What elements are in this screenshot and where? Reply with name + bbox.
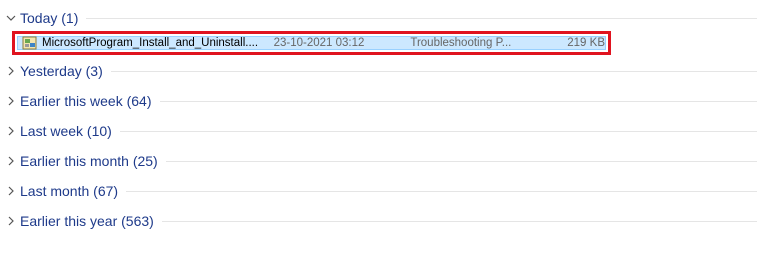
file-size: 219 KB <box>567 37 605 49</box>
chevron-right-icon[interactable] <box>4 184 18 198</box>
group-header-last-month[interactable]: Last month (67) <box>0 180 757 202</box>
group-label: Today (1) <box>20 10 79 26</box>
group-label: Yesterday (3) <box>20 63 103 79</box>
group-header-earlier-this-year[interactable]: Earlier this year (563) <box>0 210 757 232</box>
group-divider <box>161 220 757 222</box>
group-header-today[interactable]: Today (1) <box>0 7 757 29</box>
group-label: Last month (67) <box>20 183 119 199</box>
group-divider <box>110 70 757 72</box>
file-type: Troubleshooting P... <box>410 37 512 49</box>
file-row-highlight[interactable]: MicrosoftProgram_Install_and_Uninstall..… <box>12 31 611 55</box>
troubleshooter-file-icon <box>22 36 38 50</box>
file-row[interactable]: MicrosoftProgram_Install_and_Uninstall..… <box>17 36 606 50</box>
group-divider <box>126 190 757 192</box>
group-header-last-week[interactable]: Last week (10) <box>0 120 757 142</box>
group-label: Last week (10) <box>20 123 112 139</box>
group-header-earlier-this-month[interactable]: Earlier this month (25) <box>0 150 757 172</box>
group-divider <box>165 160 757 162</box>
group-divider <box>119 130 757 132</box>
group-label: Earlier this year (563) <box>20 213 154 229</box>
file-date-modified: 23-10-2021 03:12 <box>273 37 365 49</box>
chevron-right-icon[interactable] <box>4 94 18 108</box>
chevron-right-icon[interactable] <box>4 124 18 138</box>
chevron-right-icon[interactable] <box>4 214 18 228</box>
group-label: Earlier this week (64) <box>20 93 152 109</box>
group-divider <box>159 100 757 102</box>
chevron-right-icon[interactable] <box>4 64 18 78</box>
group-header-yesterday[interactable]: Yesterday (3) <box>0 60 757 82</box>
group-header-earlier-this-week[interactable]: Earlier this week (64) <box>0 90 757 112</box>
group-label: Earlier this month (25) <box>20 153 158 169</box>
chevron-right-icon[interactable] <box>4 154 18 168</box>
chevron-down-icon[interactable] <box>4 11 18 25</box>
file-name: MicrosoftProgram_Install_and_Uninstall..… <box>42 37 259 49</box>
group-divider <box>86 17 757 19</box>
